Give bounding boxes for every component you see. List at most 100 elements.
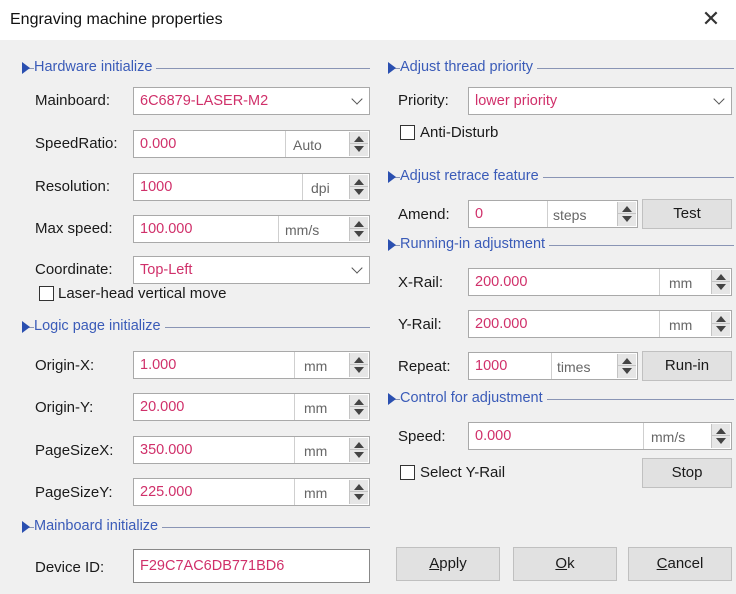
spin-down-icon xyxy=(354,146,364,152)
section-thread-priority: Adjust thread priority xyxy=(388,59,734,77)
section-retrace: Adjust retrace feature xyxy=(388,168,734,186)
spin-buttons[interactable] xyxy=(349,395,368,419)
y-rail-stepper[interactable]: 200.000 mm xyxy=(468,310,732,338)
dialog-title: Engraving machine properties xyxy=(10,11,223,28)
section-logic-page: Logic page initialize xyxy=(22,318,370,336)
repeat-unit: times xyxy=(557,359,591,375)
spin-up-icon xyxy=(354,221,364,227)
resolution-unit: dpi xyxy=(311,180,330,196)
laser-head-label: Laser-head vertical move xyxy=(58,285,227,302)
apply-button[interactable]: Apply xyxy=(396,547,500,581)
y-rail-unit: mm xyxy=(669,317,693,333)
resolution-value: 1000 xyxy=(140,179,173,195)
pagesize-y-stepper[interactable]: 225.000 mm xyxy=(133,478,370,506)
mainboard-select[interactable]: 6C6879-LASER-M2 xyxy=(133,87,370,115)
close-icon[interactable]: ✕ xyxy=(696,4,726,34)
spin-buttons[interactable] xyxy=(349,480,368,504)
y-rail-value: 200.000 xyxy=(475,316,528,332)
spin-up-icon xyxy=(716,274,726,280)
properties-dialog: Engraving machine properties ✕ Hardware … xyxy=(0,0,736,594)
maxspeed-unit: mm/s xyxy=(285,222,320,238)
section-control: Control for adjustment xyxy=(388,390,734,408)
spin-buttons[interactable] xyxy=(349,132,368,156)
maxspeed-stepper[interactable]: 100.000 mm/s xyxy=(133,215,370,243)
x-rail-stepper[interactable]: 200.000 mm xyxy=(468,268,732,296)
pagesize-y-value: 225.000 xyxy=(140,484,193,500)
section-title: Adjust thread priority xyxy=(400,59,537,75)
resolution-label: Resolution: xyxy=(35,178,111,195)
cancel-label: ancel xyxy=(667,555,704,572)
anti-disturb-checkbox[interactable] xyxy=(400,125,415,140)
spin-down-icon xyxy=(716,326,726,332)
y-rail-label: Y-Rail: xyxy=(398,316,442,333)
speed-stepper[interactable]: 0.000 mm/s xyxy=(468,422,732,450)
section-title: Adjust retrace feature xyxy=(400,168,543,184)
speed-value: 0.000 xyxy=(475,428,512,444)
pagesize-x-label: PageSizeX: xyxy=(35,442,114,459)
run-in-button[interactable]: Run-in xyxy=(642,351,732,381)
apply-label: pply xyxy=(439,555,467,572)
speedratio-stepper[interactable]: 0.000 Auto xyxy=(133,130,370,158)
origin-x-stepper[interactable]: 1.000 mm xyxy=(133,351,370,379)
select-y-rail-label: Select Y-Rail xyxy=(420,464,506,481)
title-bar: Engraving machine properties ✕ xyxy=(0,0,736,40)
spin-buttons[interactable] xyxy=(349,175,368,199)
section-marker-icon xyxy=(22,62,30,74)
pagesize-x-stepper[interactable]: 350.000 mm xyxy=(133,436,370,464)
maxspeed-value: 100.000 xyxy=(140,221,193,237)
ok-label: k xyxy=(567,555,575,572)
priority-select[interactable]: lower priority xyxy=(468,87,732,115)
spin-buttons[interactable] xyxy=(711,312,730,336)
spin-down-icon xyxy=(354,452,364,458)
test-button[interactable]: Test xyxy=(642,199,732,229)
spin-up-icon xyxy=(354,484,364,490)
amend-unit: steps xyxy=(553,207,587,223)
speed-label: Speed: xyxy=(398,428,446,445)
x-rail-unit: mm xyxy=(669,275,693,291)
amend-stepper[interactable]: 0 steps xyxy=(468,200,638,228)
origin-y-value: 20.000 xyxy=(140,399,185,415)
spin-buttons[interactable] xyxy=(711,424,730,448)
origin-y-stepper[interactable]: 20.000 mm xyxy=(133,393,370,421)
section-marker-icon xyxy=(388,62,396,74)
spin-buttons[interactable] xyxy=(349,217,368,241)
origin-y-label: Origin-Y: xyxy=(35,399,94,416)
section-running-in: Running-in adjustment xyxy=(388,236,734,254)
spin-buttons[interactable] xyxy=(617,354,636,378)
spin-up-icon xyxy=(354,442,364,448)
amend-label: Amend: xyxy=(398,206,450,223)
section-marker-icon xyxy=(388,171,396,183)
spin-up-icon xyxy=(716,316,726,322)
ok-button[interactable]: Ok xyxy=(513,547,617,581)
spin-buttons[interactable] xyxy=(349,353,368,377)
origin-y-unit: mm xyxy=(304,400,328,416)
spin-buttons[interactable] xyxy=(349,438,368,462)
anti-disturb-label: Anti-Disturb xyxy=(420,124,499,141)
mainboard-label: Mainboard: xyxy=(35,92,111,109)
select-y-rail-checkbox[interactable] xyxy=(400,465,415,480)
laser-head-checkbox[interactable] xyxy=(39,286,54,301)
repeat-label: Repeat: xyxy=(398,358,451,375)
pagesize-x-unit: mm xyxy=(304,443,328,459)
origin-x-unit: mm xyxy=(304,358,328,374)
x-rail-label: X-Rail: xyxy=(398,274,444,291)
cancel-button[interactable]: Cancel xyxy=(628,547,732,581)
spin-buttons[interactable] xyxy=(711,270,730,294)
coordinate-select[interactable]: Top-Left xyxy=(133,256,370,284)
stop-button[interactable]: Stop xyxy=(642,458,732,488)
device-id-field[interactable]: F29C7AC6DB771BD6 xyxy=(133,549,370,583)
repeat-stepper[interactable]: 1000 times xyxy=(468,352,638,380)
resolution-stepper[interactable]: 1000 dpi xyxy=(133,173,370,201)
origin-x-label: Origin-X: xyxy=(35,357,95,374)
priority-label: Priority: xyxy=(398,92,449,109)
spin-buttons[interactable] xyxy=(617,202,636,226)
speedratio-label: SpeedRatio: xyxy=(35,135,118,152)
section-title: Logic page initialize xyxy=(34,318,165,334)
section-marker-icon xyxy=(388,239,396,251)
coordinate-value: Top-Left xyxy=(140,262,193,278)
speed-unit: mm/s xyxy=(651,429,686,445)
spin-up-icon xyxy=(354,136,364,142)
spin-down-icon xyxy=(354,189,364,195)
pagesize-y-unit: mm xyxy=(304,485,328,501)
section-marker-icon xyxy=(22,321,30,333)
